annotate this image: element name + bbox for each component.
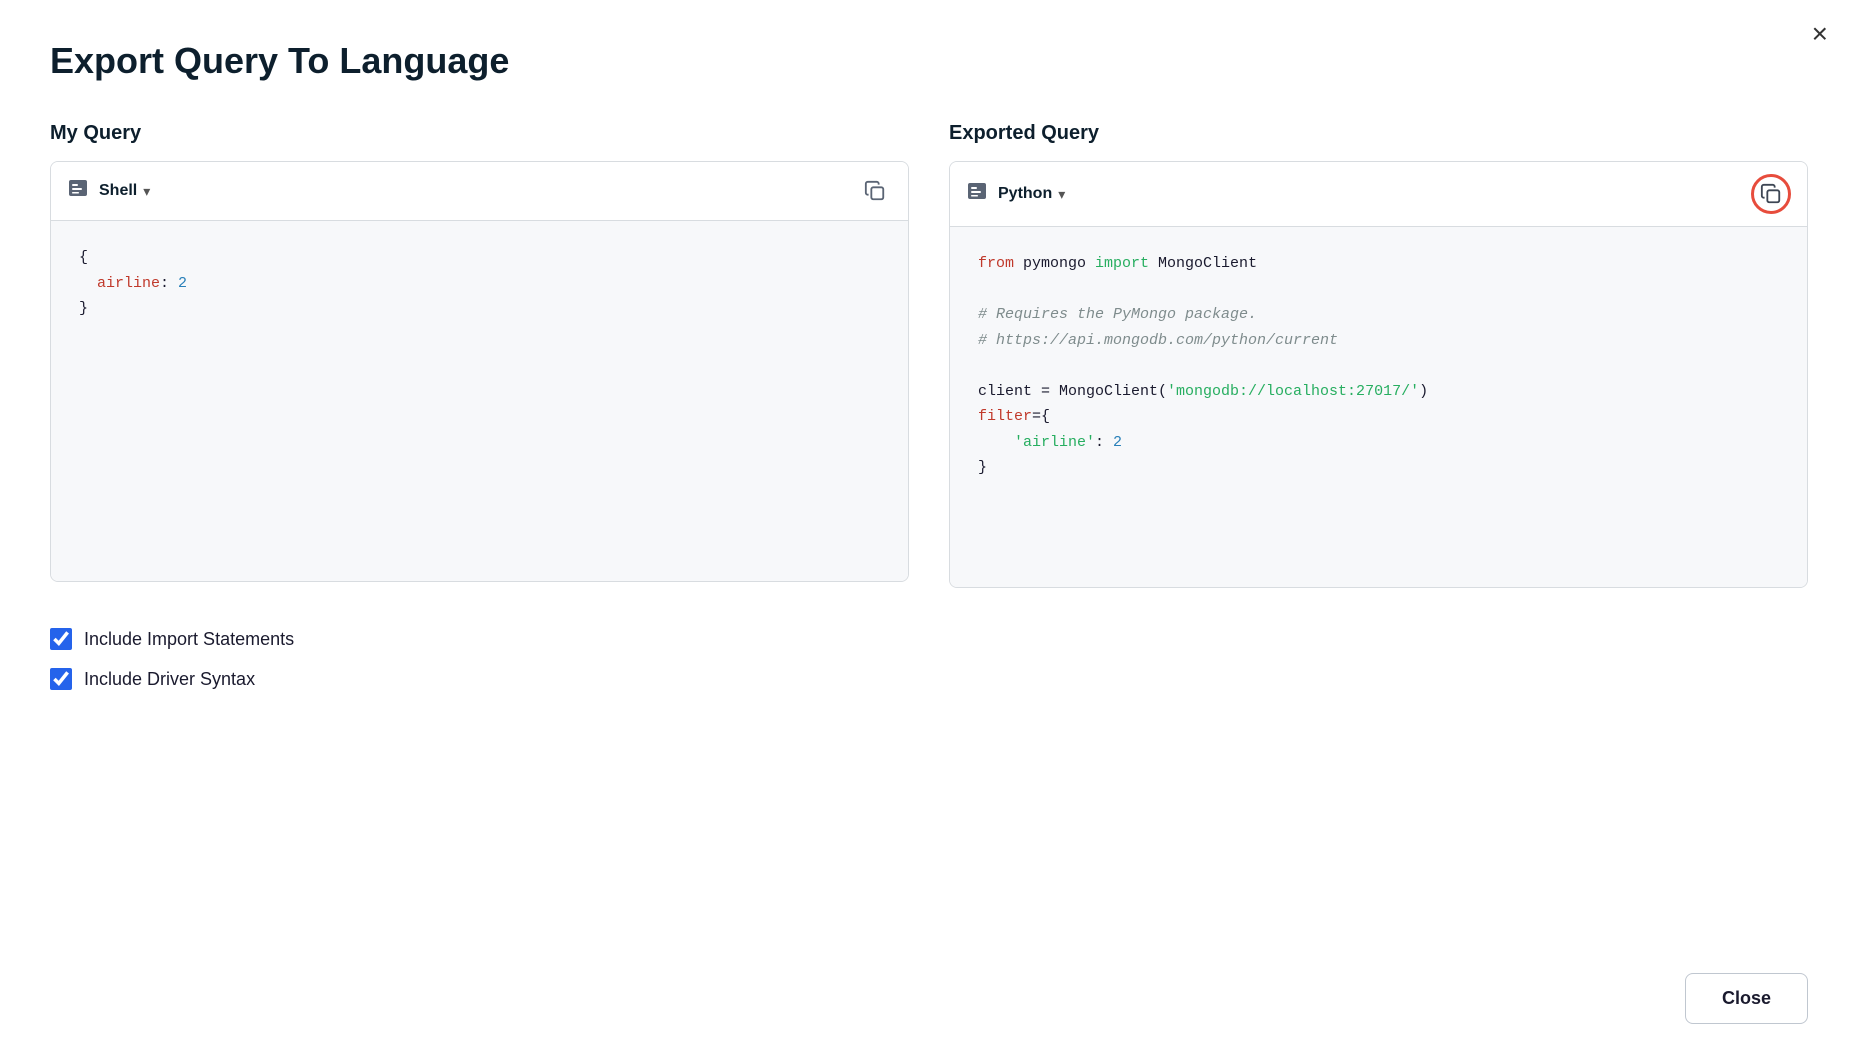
- my-query-toolbar: Shell ▾: [51, 162, 908, 221]
- exported-query-code-body: from pymongo import MongoClient # Requir…: [950, 227, 1807, 587]
- checkboxes-section: Include Import Statements Include Driver…: [50, 628, 1808, 690]
- import-statements-label[interactable]: Include Import Statements: [84, 629, 294, 650]
- my-query-lang-select[interactable]: Shell ▾: [99, 182, 150, 200]
- exported-query-chevron-icon: ▾: [1058, 186, 1065, 203]
- code-line: # https://api.mongodb.com/python/current: [978, 328, 1779, 354]
- exported-query-copy-button[interactable]: [1751, 174, 1791, 214]
- code-line: filter={: [978, 404, 1779, 430]
- columns-wrapper: My Query Shell ▾: [50, 122, 1808, 588]
- code-line: [978, 353, 1779, 379]
- code-line: # Requires the PyMongo package.: [978, 302, 1779, 328]
- exported-query-column: Exported Query Python ▾: [949, 122, 1808, 588]
- exported-query-lang-label: Python: [998, 185, 1052, 203]
- close-footer-button[interactable]: Close: [1685, 973, 1808, 1024]
- my-query-toolbar-left: Shell ▾: [67, 177, 150, 205]
- code-line: }: [79, 296, 880, 322]
- code-line: {: [79, 245, 880, 271]
- import-statements-checkbox[interactable]: [50, 628, 72, 650]
- code-line: [978, 277, 1779, 303]
- my-query-column: My Query Shell ▾: [50, 122, 909, 588]
- code-line: from pymongo import MongoClient: [978, 251, 1779, 277]
- my-query-panel: Shell ▾ { airline: 2 }: [50, 161, 909, 582]
- python-lang-icon: [966, 180, 988, 208]
- exported-query-lang-select[interactable]: Python ▾: [998, 185, 1065, 203]
- close-x-button[interactable]: ×: [1812, 20, 1828, 48]
- driver-syntax-checkbox[interactable]: [50, 668, 72, 690]
- my-query-code-body: { airline: 2 }: [51, 221, 908, 581]
- driver-syntax-label[interactable]: Include Driver Syntax: [84, 669, 255, 690]
- footer: Close: [1685, 973, 1808, 1024]
- exported-query-toolbar: Python ▾: [950, 162, 1807, 227]
- my-query-chevron-icon: ▾: [143, 183, 150, 200]
- my-query-copy-button[interactable]: [858, 174, 892, 208]
- shell-lang-icon: [67, 177, 89, 205]
- my-query-lang-label: Shell: [99, 182, 137, 200]
- exported-query-title: Exported Query: [949, 122, 1808, 145]
- exported-query-toolbar-left: Python ▾: [966, 180, 1065, 208]
- exported-query-panel: Python ▾ from pymongo import MongoClient…: [949, 161, 1808, 588]
- page-title: Export Query To Language: [50, 40, 1808, 82]
- code-line: 'airline': 2: [978, 430, 1779, 456]
- code-line: }: [978, 455, 1779, 481]
- driver-syntax-row: Include Driver Syntax: [50, 668, 1808, 690]
- code-line: airline: 2: [79, 271, 880, 297]
- import-statements-row: Include Import Statements: [50, 628, 1808, 650]
- my-query-title: My Query: [50, 122, 909, 145]
- code-line: client = MongoClient('mongodb://localhos…: [978, 379, 1779, 405]
